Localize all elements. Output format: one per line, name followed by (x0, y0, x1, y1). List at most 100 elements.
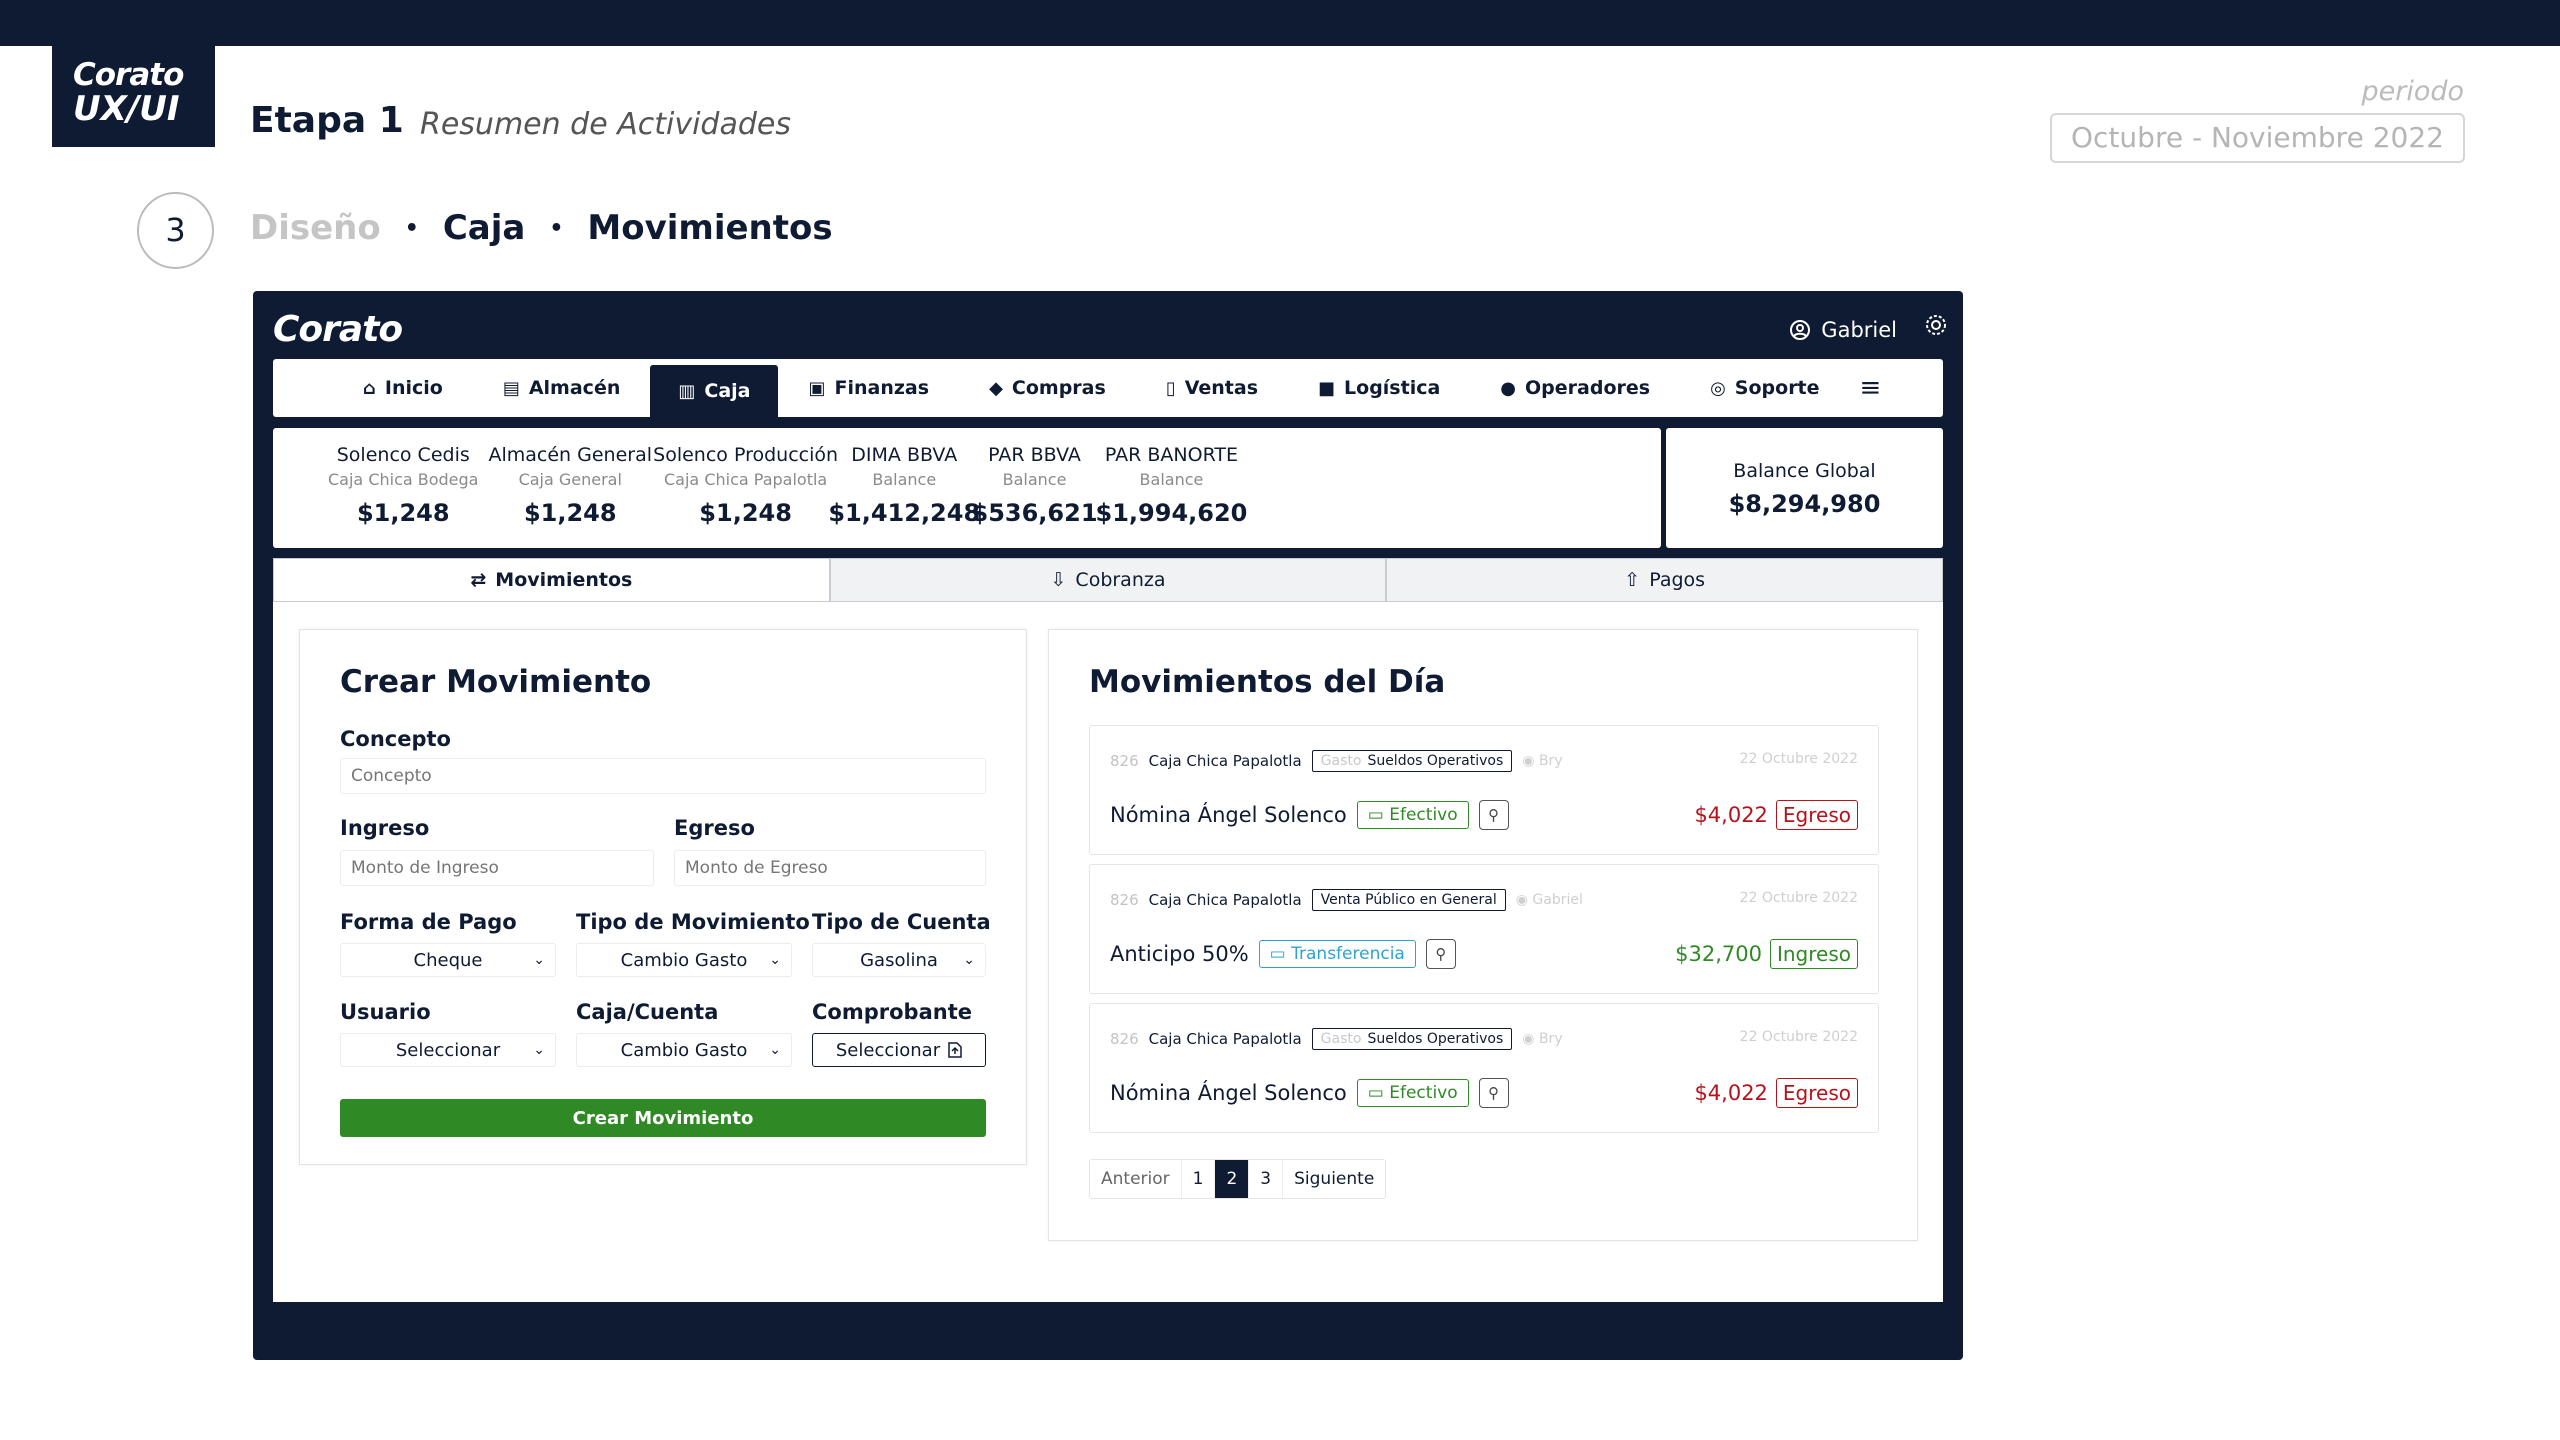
warehouse-icon: ▤ (502, 377, 520, 399)
user-circle-icon: ◉ (1522, 1031, 1539, 1047)
balance-title: Almacén General (488, 444, 653, 466)
payment-method-badge: ▭ Efectivo (1356, 1079, 1469, 1107)
movement-account: Caja Chica Papalotla (1148, 752, 1302, 770)
movement-category: Sueldos Operativos (1367, 1031, 1504, 1047)
nav-item-inicio[interactable]: ⌂ Inicio (333, 359, 473, 417)
tab-movimientos[interactable]: ⇄ Movimientos (273, 558, 830, 602)
app-window: Corato Gabriel ⌂ Inicio ▤ Almacén ▥ Caja ▣ Fina… (253, 291, 1963, 1360)
movement-category-tag: Gasto Sueldos Operativos (1311, 750, 1513, 772)
nav-item-label: Almacén (528, 377, 621, 399)
create-movement-button[interactable]: Crear Movimiento (340, 1099, 986, 1137)
hamburger-menu-icon[interactable]: ≡ (1850, 359, 1892, 417)
movement-category-prefix: Gasto (1320, 1031, 1362, 1047)
movement-category: Sueldos Operativos (1367, 753, 1504, 769)
nav-item-label: Caja (704, 380, 751, 402)
chevron-down-icon: ⌄ (769, 1042, 781, 1058)
user-menu[interactable]: Gabriel (1789, 318, 1897, 342)
movement-number: 826 (1110, 891, 1139, 909)
balance-subtitle: Caja General (518, 470, 622, 489)
money-icon: ▣ (808, 377, 826, 399)
crumb-caja: Caja (442, 208, 526, 248)
tipo-movimiento-label: Tipo de Movimiento (576, 910, 810, 934)
comprobante-value: Seleccionar (835, 1039, 941, 1061)
nav-item-ventas[interactable]: ▯ Ventas (1136, 359, 1288, 417)
movement-item[interactable]: 826 Caja Chica Papalotla Gasto Sueldos Oper… (1089, 1003, 1879, 1133)
swap-icon: ⇄ (470, 569, 487, 591)
headset-icon: ◎ (1710, 377, 1726, 399)
pagination-page-3[interactable]: 3 (1249, 1160, 1284, 1198)
forma-pago-select[interactable]: Cheque ⌄ (340, 943, 556, 977)
caja-cuenta-label: Caja/Cuenta (576, 1000, 719, 1024)
movement-user: ◉ Gabriel (1516, 892, 1583, 908)
slide-top-bar (0, 0, 2560, 46)
ingreso-label: Ingreso (340, 816, 430, 840)
tab-cobranza[interactable]: ⇩ Cobranza (829, 558, 1387, 602)
nav-item-label: Ventas (1184, 377, 1259, 399)
cash-icon: ▭ (1367, 1083, 1390, 1103)
nav-item-label: Finanzas (834, 377, 930, 399)
tab-pagos[interactable]: ⇧ Pagos (1386, 558, 1944, 602)
caja-cuenta-value: Cambio Gasto (620, 1039, 748, 1061)
chevron-down-icon: ⌄ (533, 952, 545, 968)
gear-icon[interactable] (1924, 313, 1948, 343)
cash-register-icon: ▥ (678, 380, 696, 402)
nav-item-almacen[interactable]: ▤ Almacén (473, 359, 651, 417)
movement-date: 22 Octubre 2022 (1739, 890, 1858, 906)
comprobante-upload-button[interactable]: Seleccionar (812, 1033, 986, 1067)
movement-number: 826 (1110, 752, 1139, 770)
tipo-movimiento-value: Cambio Gasto (620, 949, 748, 971)
movement-number: 826 (1110, 1030, 1139, 1048)
nav-item-caja[interactable]: ▥ Caja (650, 365, 779, 417)
nav-item-logistica[interactable]: ■ Logística (1288, 359, 1470, 417)
day-movements-card: Movimientos del Día 826 Caja Chica Papalo… (1048, 629, 1918, 1241)
tipo-movimiento-select[interactable]: Cambio Gasto ⌄ (576, 943, 792, 977)
usuario-select[interactable]: Seleccionar ⌄ (340, 1033, 556, 1067)
concepto-input[interactable] (340, 758, 986, 794)
chevron-down-icon: ⌄ (533, 1042, 545, 1058)
breadcrumb: Diseño • Caja • Movimientos (250, 208, 833, 248)
user-icon: ● (1500, 377, 1517, 399)
movement-item[interactable]: 826 Caja Chica Papalotla Gasto Sueldos Oper… (1089, 725, 1879, 855)
main-content: Crear Movimiento Concepto Ingreso Egreso… (273, 602, 1943, 1302)
movement-item[interactable]: 826 Caja Chica Papalotla Venta Público en … (1089, 864, 1879, 994)
pagination-next[interactable]: Siguiente (1283, 1160, 1385, 1198)
movement-user-name: Gabriel (1532, 892, 1583, 908)
main-nav: ⌂ Inicio ▤ Almacén ▥ Caja ▣ Finanzas ◆ Compras ▯ Ve… (273, 359, 1943, 417)
app-brand[interactable]: Corato (273, 309, 403, 350)
nav-item-finanzas[interactable]: ▣ Finanzas (778, 359, 959, 417)
movement-date: 22 Octubre 2022 (1739, 1029, 1858, 1045)
movement-user-name: Bry (1538, 1031, 1563, 1047)
nav-item-soporte[interactable]: ◎ Soporte (1680, 359, 1849, 417)
egreso-input[interactable] (674, 850, 986, 886)
stage-title: Etapa 1 (250, 100, 404, 141)
movement-category-prefix: Gasto (1320, 753, 1362, 769)
nav-item-compras[interactable]: ◆ Compras (959, 359, 1136, 417)
movement-user: ◉ Bry (1522, 753, 1562, 769)
crumb-movimientos: Movimientos (587, 208, 833, 248)
ingreso-input[interactable] (340, 850, 654, 886)
chevron-down-icon: ⌄ (769, 952, 781, 968)
create-movement-title: Crear Movimiento (340, 664, 652, 700)
movement-amount: $4,022 Egreso (1694, 1078, 1858, 1108)
crumb-separator: • (404, 215, 419, 241)
movement-date: 22 Octubre 2022 (1739, 751, 1858, 767)
nav-item-label: Compras (1011, 377, 1106, 399)
payment-method-badge: ▭ Efectivo (1356, 801, 1469, 829)
period-value: Octubre - Noviembre 2022 (2050, 113, 2465, 163)
movement-details: Anticipo 50% ▭ Transferencia ⚲ (1110, 939, 1456, 969)
paperclip-icon[interactable]: ⚲ (1478, 1078, 1509, 1108)
caja-cuenta-select[interactable]: Cambio Gasto ⌄ (576, 1033, 792, 1067)
tipo-cuenta-select[interactable]: Gasolina ⌄ (812, 943, 986, 977)
pagination-page-1[interactable]: 1 (1182, 1160, 1216, 1198)
balance-account: Almacén General Caja General $1,248 (470, 428, 670, 527)
tab-label: Pagos (1649, 569, 1706, 591)
paperclip-icon[interactable]: ⚲ (1425, 939, 1456, 969)
global-balance: Balance Global $8,294,980 (1666, 428, 1943, 548)
pagination-prev[interactable]: Anterior (1090, 1160, 1182, 1198)
nav-item-operadores[interactable]: ● Operadores (1470, 359, 1680, 417)
paperclip-icon[interactable]: ⚲ (1478, 800, 1509, 830)
payment-method: Efectivo (1389, 805, 1458, 825)
movement-amount: $4,022 Egreso (1694, 800, 1858, 830)
movement-kind-badge: Egreso (1775, 1078, 1858, 1108)
pagination-page-2-current[interactable]: 2 (1215, 1160, 1250, 1198)
